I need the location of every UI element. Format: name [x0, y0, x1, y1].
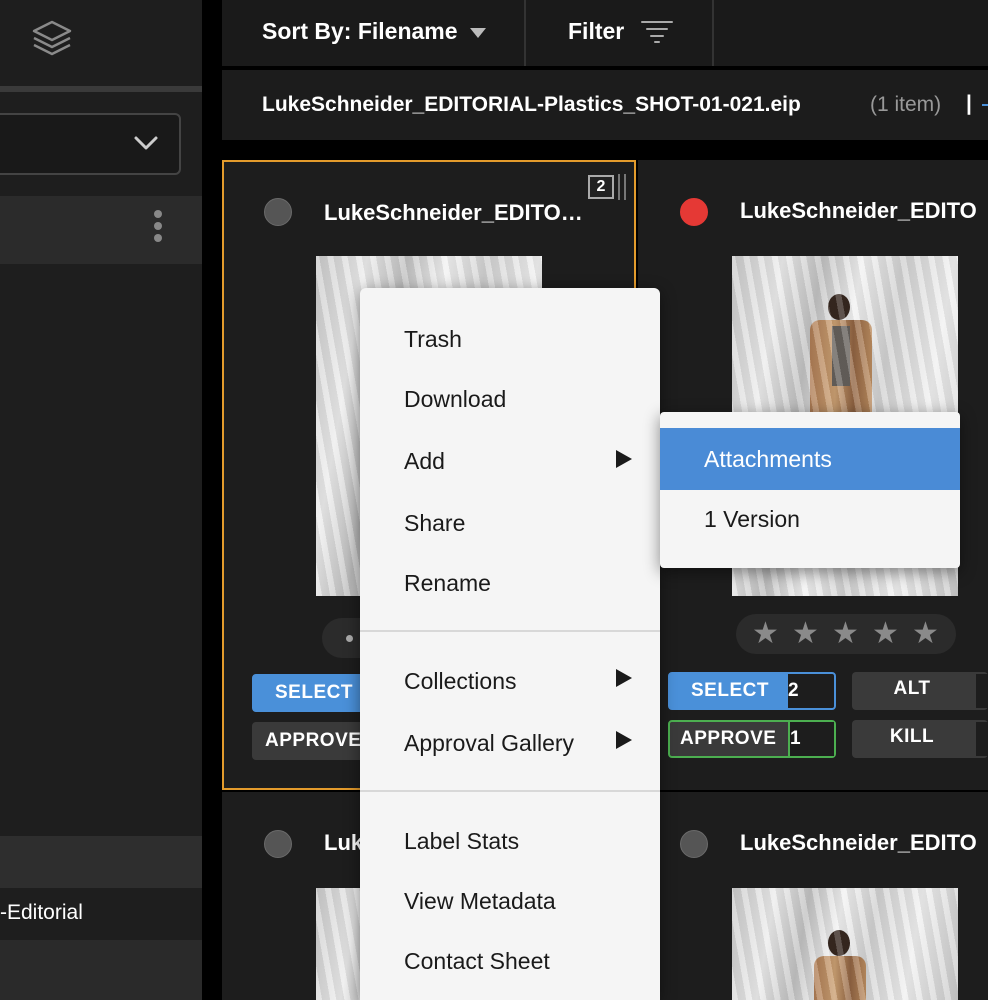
approve-button[interactable]: APPROVE 1: [668, 720, 836, 758]
star-icon[interactable]: ★: [832, 619, 859, 649]
sidebar-item-label: -Editorial: [0, 901, 83, 924]
select-count: 2: [788, 674, 834, 708]
kill-label: KILL: [889, 726, 935, 747]
breadcrumb: LukeSchneider_EDITORIAL-Plastics_SHOT-01…: [222, 70, 988, 140]
sort-label: Sort By: Filename: [262, 18, 458, 44]
asset-card[interactable]: LukeSchneider_EDITO: [638, 792, 988, 1000]
chevron-down-icon: [134, 136, 158, 150]
approve-count: 1: [788, 722, 834, 756]
filter-label: Filter: [568, 18, 625, 44]
menu-separator: [360, 630, 660, 632]
layers-icon[interactable]: [30, 18, 74, 62]
sidebar-item[interactable]: [0, 836, 202, 888]
filter-icon: [641, 21, 673, 43]
menu-item-contact-sheet[interactable]: Contact Sheet: [404, 948, 550, 975]
approve-label: APPROVE: [265, 730, 362, 751]
project-select[interactable]: [0, 113, 181, 175]
toolbar: Sort By: Filename Filter: [222, 0, 988, 66]
alt-button[interactable]: ALT: [852, 672, 988, 710]
star-icon[interactable]: ★: [752, 619, 779, 649]
kebab-menu-icon[interactable]: [150, 210, 166, 250]
sidebar: -Editorial: [0, 0, 202, 1000]
kill-count: [976, 722, 988, 756]
filter-button[interactable]: Filter: [528, 0, 714, 66]
alt-label: ALT: [893, 678, 931, 699]
menu-item-collections[interactable]: Collections: [404, 668, 517, 695]
submenu-arrow-icon: [616, 450, 632, 468]
submenu-item-version[interactable]: 1 Version: [660, 488, 960, 550]
kill-button[interactable]: KILL: [852, 720, 988, 758]
breadcrumb-filename[interactable]: LukeSchneider_EDITORIAL-Plastics_SHOT-01…: [262, 93, 801, 117]
menu-item-share[interactable]: Share: [404, 510, 465, 537]
sort-dropdown[interactable]: Sort By: Filename: [222, 0, 526, 66]
menu-item-view-metadata[interactable]: View Metadata: [404, 888, 556, 915]
version-stack-icon: [618, 174, 626, 200]
breadcrumb-link-fragment[interactable]: [982, 104, 988, 106]
color-label-radio-red[interactable]: [680, 198, 708, 226]
asset-title: LukeSchneider_EDITO: [740, 198, 977, 223]
submenu-arrow-icon: [616, 669, 632, 687]
context-menu: Trash Download Add Share Rename Collecti…: [360, 288, 660, 1000]
select-button[interactable]: SELECT 2: [668, 672, 836, 710]
color-label-radio[interactable]: [264, 198, 292, 226]
menu-item-label-stats[interactable]: Label Stats: [404, 828, 519, 855]
menu-separator: [360, 790, 660, 792]
star-icon[interactable]: ★: [912, 619, 939, 649]
menu-item-add[interactable]: Add: [404, 448, 445, 475]
color-label-radio[interactable]: [264, 830, 292, 858]
select-label: SELECT: [691, 680, 769, 701]
asset-title: Luk: [324, 830, 364, 855]
star-icon[interactable]: ★: [872, 619, 899, 649]
breadcrumb-separator: |: [966, 92, 972, 115]
menu-item-trash[interactable]: Trash: [404, 326, 462, 353]
asset-title: LukeSchneider_EDITO: [740, 830, 977, 855]
star-icon[interactable]: ★: [792, 619, 819, 649]
submenu-item-attachments[interactable]: Attachments: [660, 428, 960, 490]
color-label-radio[interactable]: [680, 830, 708, 858]
select-label: SELECT: [275, 682, 353, 703]
sidebar-item[interactable]: [0, 940, 202, 1000]
menu-item-rename[interactable]: Rename: [404, 570, 491, 597]
menu-item-download[interactable]: Download: [404, 386, 506, 413]
sidebar-item-editorial[interactable]: -Editorial: [0, 888, 202, 940]
asset-thumbnail[interactable]: [732, 888, 958, 1000]
submenu-arrow-icon: [616, 731, 632, 749]
version-count-badge[interactable]: 2: [588, 175, 614, 199]
sidebar-divider: [0, 86, 202, 92]
add-submenu: Attachments 1 Version: [660, 412, 960, 568]
breadcrumb-count: (1 item): [870, 93, 942, 116]
alt-count: [976, 674, 988, 708]
asset-title: LukeSchneider_EDITO…: [324, 200, 583, 225]
sidebar-active-row[interactable]: [0, 196, 202, 264]
caret-down-icon: [470, 28, 486, 38]
menu-item-approval-gallery[interactable]: Approval Gallery: [404, 730, 574, 757]
star-rating[interactable]: ★ ★ ★ ★ ★: [736, 614, 956, 654]
approve-label: APPROVE: [680, 728, 777, 749]
